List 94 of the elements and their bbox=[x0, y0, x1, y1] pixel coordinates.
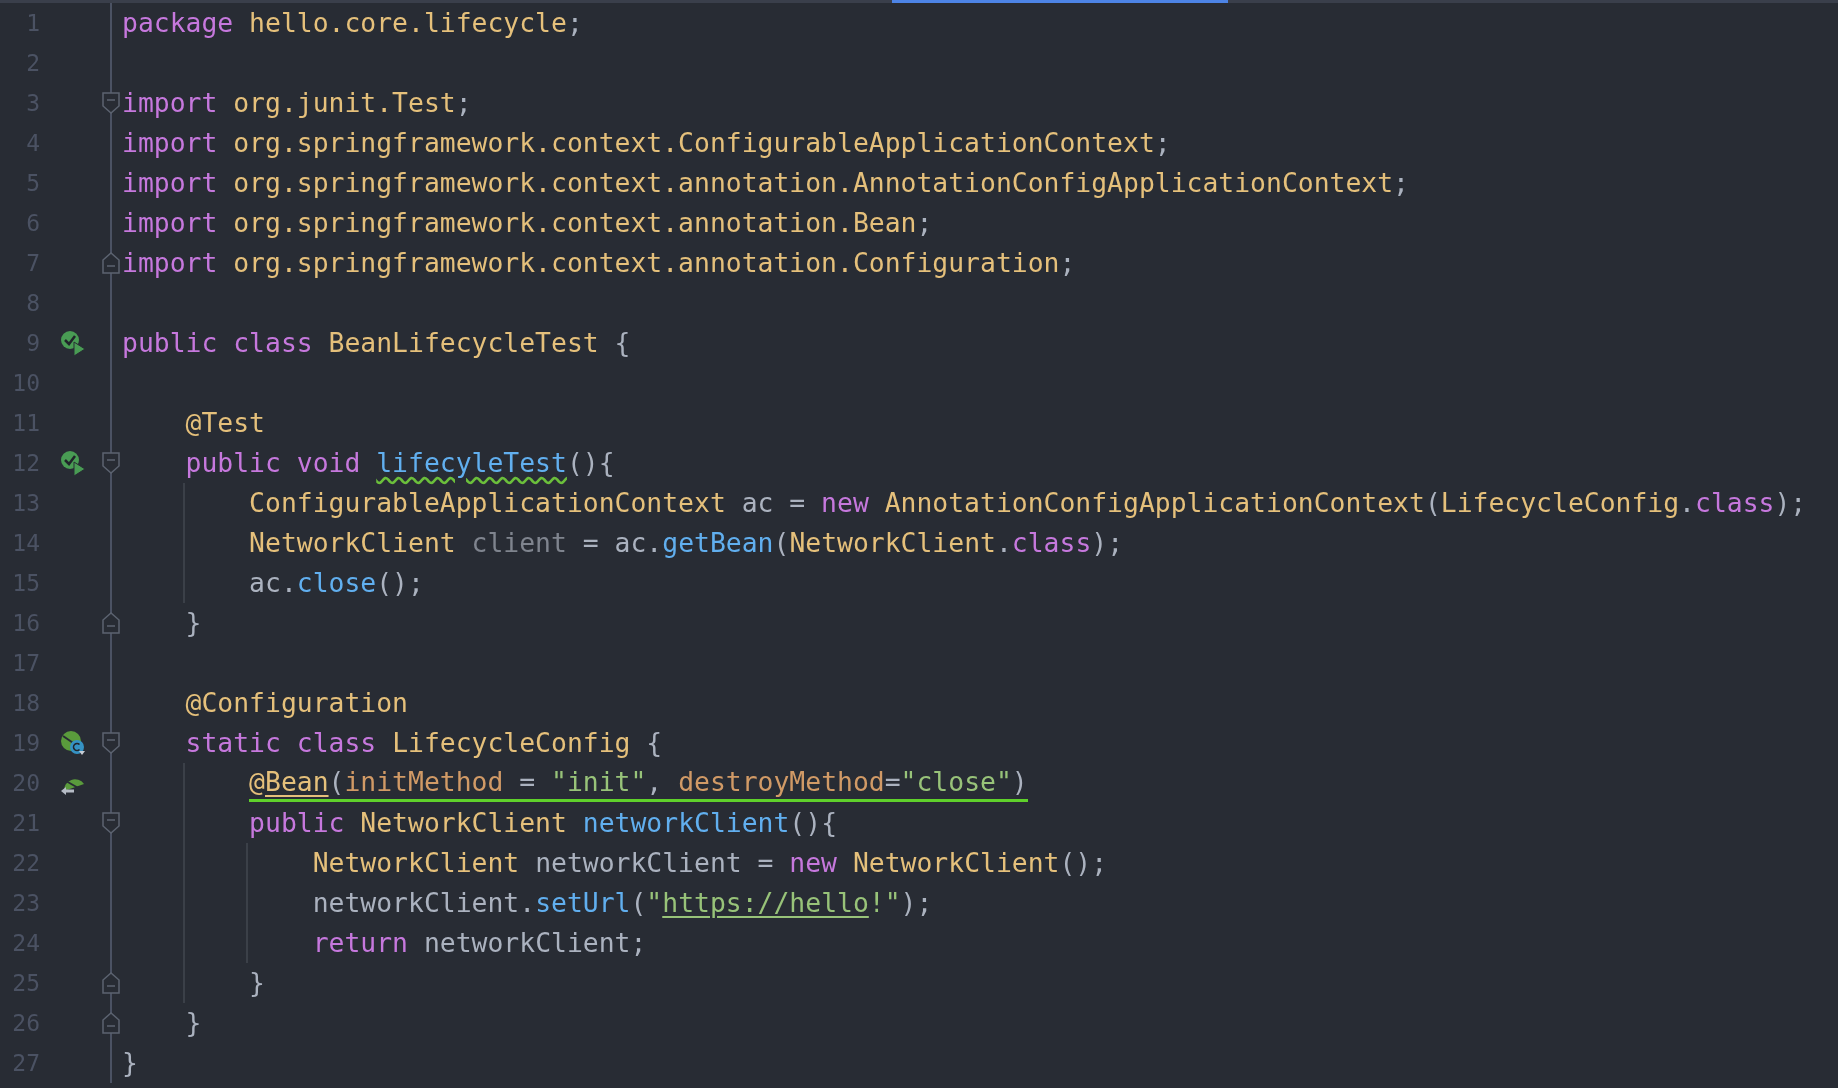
fold-marker-icon[interactable] bbox=[102, 612, 120, 634]
run-test-icon[interactable] bbox=[60, 450, 86, 476]
type-name: org.springframework.context.annotation.Configuration bbox=[233, 247, 1060, 278]
code-text: ); bbox=[1774, 487, 1807, 518]
keyword: class bbox=[1011, 527, 1092, 558]
keyword: class bbox=[1695, 487, 1775, 518]
type-name: org.springframework.context.ConfigurableApplicationContext bbox=[233, 127, 1155, 158]
code-text: ( bbox=[630, 887, 647, 918]
type-name: LifecycleConfig bbox=[392, 727, 631, 758]
code-text: ); bbox=[900, 887, 933, 918]
code-text: . bbox=[1679, 487, 1695, 518]
code-text: ); bbox=[1091, 527, 1124, 558]
type-name: LifecycleConfig bbox=[1440, 487, 1680, 518]
type-name: NetworkClient bbox=[789, 527, 996, 558]
type-name: NetworkClient bbox=[312, 847, 521, 878]
keyword: public void bbox=[185, 447, 362, 478]
fold-marker-icon[interactable] bbox=[102, 1012, 120, 1034]
code-text: networkClient; bbox=[423, 927, 647, 958]
type-name: AnnotationConfigApplicationContext bbox=[884, 487, 1425, 518]
string-literal: "close" bbox=[900, 765, 1012, 797]
code-text: } bbox=[185, 1007, 202, 1038]
type-name: BeanLifecycleTest bbox=[328, 327, 599, 358]
code-text: ( bbox=[1424, 487, 1441, 518]
code-text: . bbox=[995, 527, 1012, 558]
code-text: } bbox=[122, 1047, 138, 1078]
code-text: } bbox=[185, 607, 202, 638]
keyword: import bbox=[122, 87, 219, 118]
code-text: , bbox=[646, 765, 664, 797]
type-name: NetworkClient bbox=[360, 807, 568, 838]
fold-marker-icon[interactable] bbox=[102, 252, 120, 274]
type-name: ConfigurableApplicationContext bbox=[249, 487, 726, 518]
method-name: close bbox=[296, 567, 377, 598]
fold-marker-icon[interactable] bbox=[102, 452, 120, 474]
code-text: ; bbox=[1154, 127, 1171, 158]
code-text: (){ bbox=[789, 807, 838, 838]
code-text: { bbox=[645, 727, 663, 758]
keyword: new bbox=[821, 487, 870, 518]
method-name: setUrl bbox=[535, 887, 631, 918]
code-text: ; bbox=[1393, 167, 1409, 198]
code-text: { bbox=[613, 327, 631, 358]
code-text: ac = bbox=[740, 487, 807, 518]
keyword: package bbox=[122, 7, 235, 38]
run-test-icon[interactable] bbox=[60, 330, 86, 356]
annotation: @Configuration bbox=[185, 687, 408, 718]
annotation: Bean bbox=[265, 765, 329, 797]
string-literal: !" bbox=[868, 887, 901, 918]
method-name: lifecyleTest bbox=[376, 447, 567, 478]
keyword: import bbox=[122, 247, 219, 278]
type-name: org.springframework.context.annotation.AnnotationConfigApplicationContext bbox=[233, 167, 1394, 198]
code-text: = bbox=[884, 765, 901, 797]
code-text: ( bbox=[328, 765, 345, 797]
string-literal: "init" bbox=[551, 765, 647, 797]
keyword: import bbox=[122, 207, 219, 238]
method-name: networkClient bbox=[582, 807, 790, 838]
unused-variable: client bbox=[471, 527, 567, 558]
code-text: ; bbox=[1059, 247, 1076, 278]
code-text: } bbox=[249, 967, 265, 998]
fold-marker-icon[interactable] bbox=[102, 92, 120, 114]
keyword: return bbox=[312, 927, 409, 958]
bean-class-icon[interactable] bbox=[60, 730, 86, 756]
annotation: @ bbox=[249, 765, 265, 797]
code-text: networkClient. bbox=[312, 887, 536, 918]
fold-marker-icon[interactable] bbox=[102, 812, 120, 834]
code-text: ; bbox=[455, 87, 472, 118]
type-name: org.springframework.context.annotation.Bean bbox=[233, 207, 917, 238]
code-text: ( bbox=[773, 527, 790, 558]
keyword: new bbox=[789, 847, 838, 878]
code-text: (); bbox=[1059, 847, 1108, 878]
code-text: ) bbox=[1011, 765, 1028, 797]
keyword: public bbox=[249, 807, 346, 838]
keyword: static class bbox=[185, 727, 378, 758]
type-name: NetworkClient bbox=[852, 847, 1060, 878]
fold-marker-icon[interactable] bbox=[102, 732, 120, 754]
method-name: getBean bbox=[662, 527, 774, 558]
string-literal: https://hello bbox=[662, 887, 869, 918]
code-text: ac. bbox=[249, 567, 297, 598]
fold-marker-icon[interactable] bbox=[102, 972, 120, 994]
type-name: NetworkClient bbox=[249, 527, 457, 558]
code-text: = bbox=[518, 765, 537, 797]
parameter-name: initMethod bbox=[344, 765, 504, 797]
parameter-name: destroyMethod bbox=[678, 765, 885, 797]
keyword: import bbox=[122, 127, 219, 158]
type-name: hello.core.lifecycle bbox=[249, 7, 567, 38]
code-text: (){ bbox=[566, 447, 615, 478]
code-text: = ac. bbox=[581, 527, 663, 558]
code-text: ; bbox=[916, 207, 933, 238]
string-literal: " bbox=[646, 887, 663, 918]
code-text: ; bbox=[566, 7, 583, 38]
keyword: import bbox=[122, 167, 219, 198]
keyword: public class bbox=[122, 327, 314, 358]
code-text: (); bbox=[376, 567, 424, 598]
code-text: networkClient = bbox=[535, 847, 775, 878]
annotation: @Test bbox=[185, 407, 265, 438]
type-name: org.junit.Test bbox=[233, 87, 456, 118]
